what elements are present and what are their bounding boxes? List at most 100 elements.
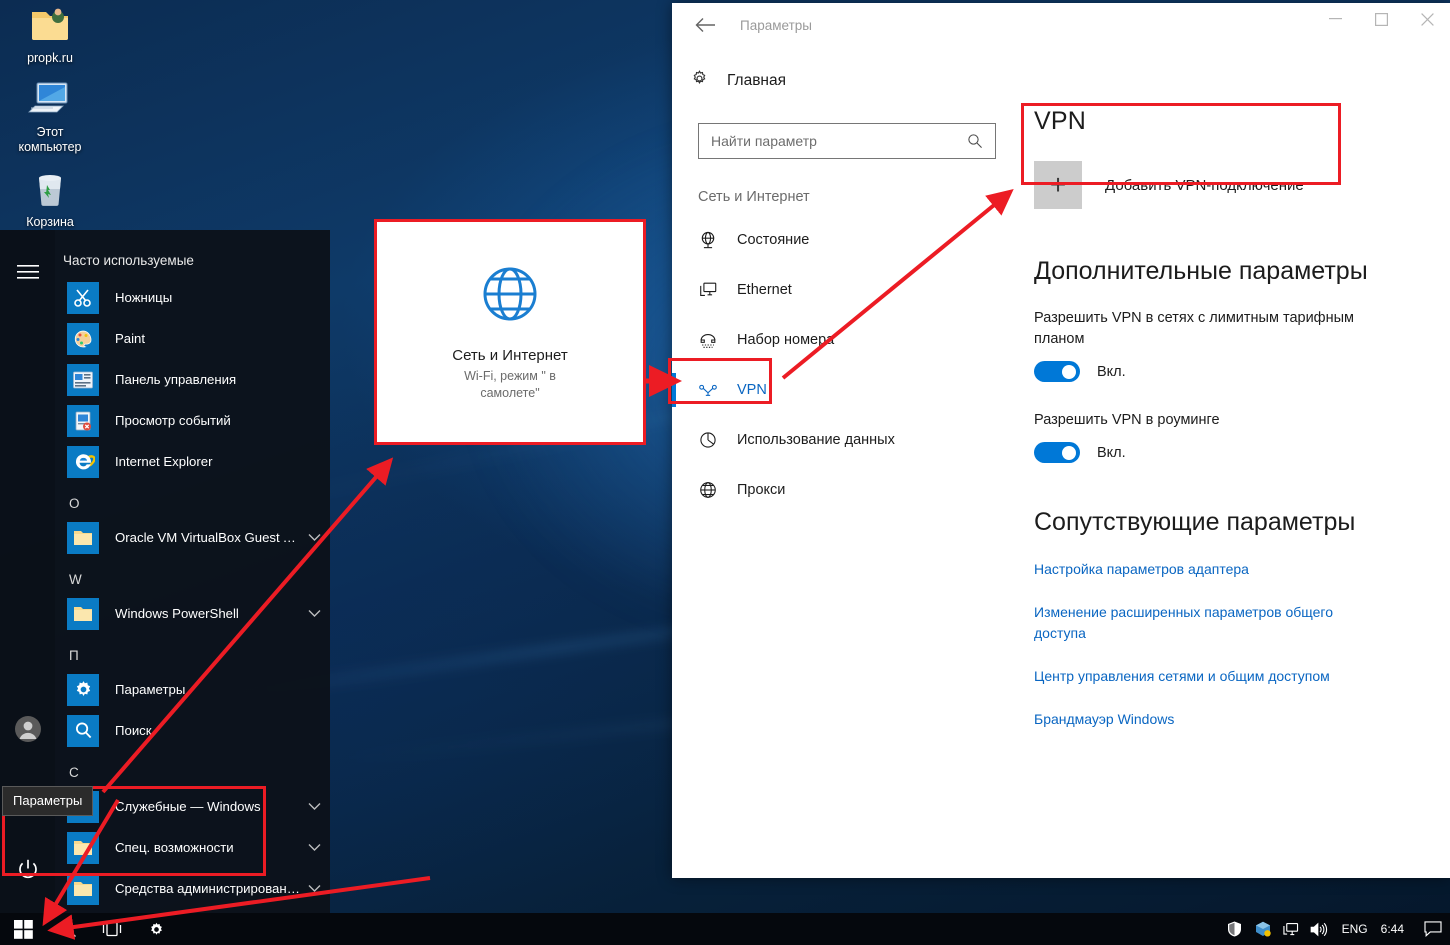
- taskbar-settings-gear-icon[interactable]: [134, 913, 178, 945]
- start-app-label: Спец. возможности: [115, 840, 302, 855]
- folder-icon: [67, 522, 99, 554]
- toggle-row-metered[interactable]: Вкл.: [1034, 361, 1420, 382]
- language-indicator[interactable]: ENG: [1333, 922, 1377, 936]
- settings-body: Главная Сеть и Интернет: [672, 47, 1450, 878]
- start-app-spec-vozmozhnosti[interactable]: Спец. возможности: [55, 827, 330, 868]
- start-app-parametry[interactable]: Параметры: [55, 669, 330, 710]
- plus-icon: +: [1034, 161, 1082, 209]
- settings-content: VPN + Добавить VPN-подключение Дополните…: [1014, 47, 1450, 878]
- search-icon: [67, 715, 99, 747]
- start-app-sredstva-administrirovaniya[interactable]: Средства администрировани...: [55, 868, 330, 909]
- task-view-icon[interactable]: [90, 913, 134, 945]
- settings-tooltip: Параметры: [2, 786, 93, 816]
- start-app-sluzhebnye[interactable]: Служебные — Windows: [55, 786, 330, 827]
- sidebar-item-label: Набор номера: [737, 332, 834, 348]
- dialup-icon: [698, 330, 724, 350]
- minimize-button[interactable]: [1312, 3, 1358, 35]
- control-panel-icon: [67, 364, 99, 396]
- start-app-control-panel[interactable]: Панель управления: [55, 359, 330, 400]
- desktop-icon-propk-folder[interactable]: propk.ru: [4, 4, 96, 66]
- settings-nav[interactable]: Главная Сеть и Интернет: [672, 47, 1014, 878]
- desktop-icon-label: Этот компьютер: [18, 125, 81, 154]
- page-title: VPN: [1034, 107, 1420, 136]
- network-icon[interactable]: [1277, 913, 1305, 945]
- search-icon[interactable]: [967, 133, 995, 149]
- toggle-row-roaming[interactable]: Вкл.: [1034, 442, 1420, 463]
- shield-icon[interactable]: [1221, 913, 1249, 945]
- related-link-network-sharing-center[interactable]: Центр управления сетями и общим доступом: [1034, 666, 1384, 687]
- start-app-oracle-vm[interactable]: Oracle VM VirtualBox Guest A...: [55, 517, 330, 558]
- network-and-internet-tile[interactable]: Сеть и Интернет Wi-Fi, режим " в самолет…: [376, 221, 644, 443]
- start-app-internet-explorer[interactable]: Internet Explorer: [55, 441, 330, 482]
- sidebar-item-proxy[interactable]: Прокси: [686, 465, 1014, 515]
- desktop-icon-this-pc[interactable]: Этот компьютер: [4, 78, 96, 155]
- nav-item-home[interactable]: Главная: [686, 61, 1014, 101]
- option-label-metered: Разрешить VPN в сетях с лимитным тарифны…: [1034, 308, 1386, 350]
- related-link-windows-firewall[interactable]: Брандмауэр Windows: [1034, 709, 1384, 730]
- start-app-poisk[interactable]: Поиск: [55, 710, 330, 751]
- user-account-icon[interactable]: [0, 705, 55, 753]
- speaker-icon[interactable]: [1305, 913, 1333, 945]
- maximize-button[interactable]: [1358, 3, 1404, 35]
- gear-icon: [690, 69, 709, 93]
- advanced-settings-heading: Дополнительные параметры: [1034, 257, 1420, 286]
- system-tray[interactable]: ENG 6:44: [1221, 913, 1450, 945]
- start-app-nozhnicy[interactable]: Ножницы: [55, 277, 330, 318]
- related-link-adapter-options[interactable]: Настройка параметров адаптера: [1034, 559, 1384, 580]
- virtualbox-icon[interactable]: [1249, 913, 1277, 945]
- data-usage-icon: [698, 430, 724, 450]
- chevron-down-icon[interactable]: [308, 605, 322, 623]
- add-vpn-connection-button[interactable]: + Добавить VPN-подключение: [1034, 158, 1420, 212]
- taskbar-clock[interactable]: 6:44: [1377, 922, 1416, 936]
- settings-window[interactable]: Параметры Главная: [672, 3, 1450, 878]
- frequent-apps-header: Часто используемые: [55, 250, 330, 277]
- related-link-sharing-options[interactable]: Изменение расширенных параметров общего …: [1034, 602, 1384, 644]
- start-app-paint[interactable]: Paint: [55, 318, 330, 359]
- windows-logo-icon[interactable]: [0, 913, 46, 945]
- close-button[interactable]: [1404, 3, 1450, 35]
- start-group-letter: W: [55, 558, 330, 593]
- window-controls: [1312, 3, 1450, 35]
- speech-bubble-icon[interactable]: [1416, 913, 1450, 945]
- hamburger-menu-icon[interactable]: [0, 248, 55, 296]
- chevron-down-icon[interactable]: [308, 880, 322, 898]
- search-input[interactable]: [699, 133, 967, 149]
- start-app-label: Просмотр событий: [115, 413, 322, 428]
- toggle-switch-metered[interactable]: [1034, 361, 1080, 382]
- chevron-down-icon[interactable]: [308, 529, 322, 547]
- internet-explorer-icon: [67, 446, 99, 478]
- nav-section-label: Сеть и Интернет: [686, 159, 1014, 215]
- start-app-label: Поиск: [115, 723, 322, 738]
- start-app-event-viewer[interactable]: Просмотр событий: [55, 400, 330, 441]
- start-app-windows-powershell[interactable]: Windows PowerShell: [55, 593, 330, 634]
- toggle-knob: [1062, 446, 1076, 460]
- sidebar-item-vpn[interactable]: VPN: [686, 365, 1014, 415]
- toggle-switch-roaming[interactable]: [1034, 442, 1080, 463]
- start-menu-app-list[interactable]: Часто используемые Ножницы: [55, 230, 330, 915]
- sidebar-item-ethernet[interactable]: Ethernet: [686, 265, 1014, 315]
- sidebar-item-dialup[interactable]: Набор номера: [686, 315, 1014, 365]
- start-app-label: Служебные — Windows: [115, 799, 302, 814]
- start-app-label: Oracle VM VirtualBox Guest A...: [115, 530, 302, 545]
- start-app-label: Paint: [115, 331, 322, 346]
- sidebar-item-label: Ethernet: [737, 282, 792, 298]
- chevron-down-icon[interactable]: [308, 798, 322, 816]
- taskbar-search-icon[interactable]: [46, 913, 90, 945]
- taskbar[interactable]: ENG 6:44: [0, 913, 1450, 945]
- chevron-down-icon[interactable]: [308, 839, 322, 857]
- sidebar-item-label: Состояние: [737, 232, 809, 248]
- window-titlebar: Параметры: [672, 3, 1450, 47]
- search-input-wrapper[interactable]: [698, 123, 996, 159]
- sidebar-item-status[interactable]: Состояние: [686, 215, 1014, 265]
- add-vpn-label: Добавить VPN-подключение: [1105, 177, 1304, 194]
- back-arrow-icon[interactable]: [682, 9, 730, 41]
- computer-icon: [4, 78, 96, 122]
- status-globe-icon: [698, 230, 724, 250]
- desktop-icon-recycle-bin[interactable]: Корзина: [4, 168, 96, 230]
- power-icon[interactable]: [0, 845, 55, 893]
- proxy-globe-icon: [698, 480, 724, 500]
- vpn-icon: [698, 383, 724, 397]
- option-label-roaming: Разрешить VPN в роуминге: [1034, 410, 1386, 431]
- network-tile-subtitle: Wi-Fi, режим " в самолете": [440, 368, 580, 402]
- sidebar-item-data-usage[interactable]: Использование данных: [686, 415, 1014, 465]
